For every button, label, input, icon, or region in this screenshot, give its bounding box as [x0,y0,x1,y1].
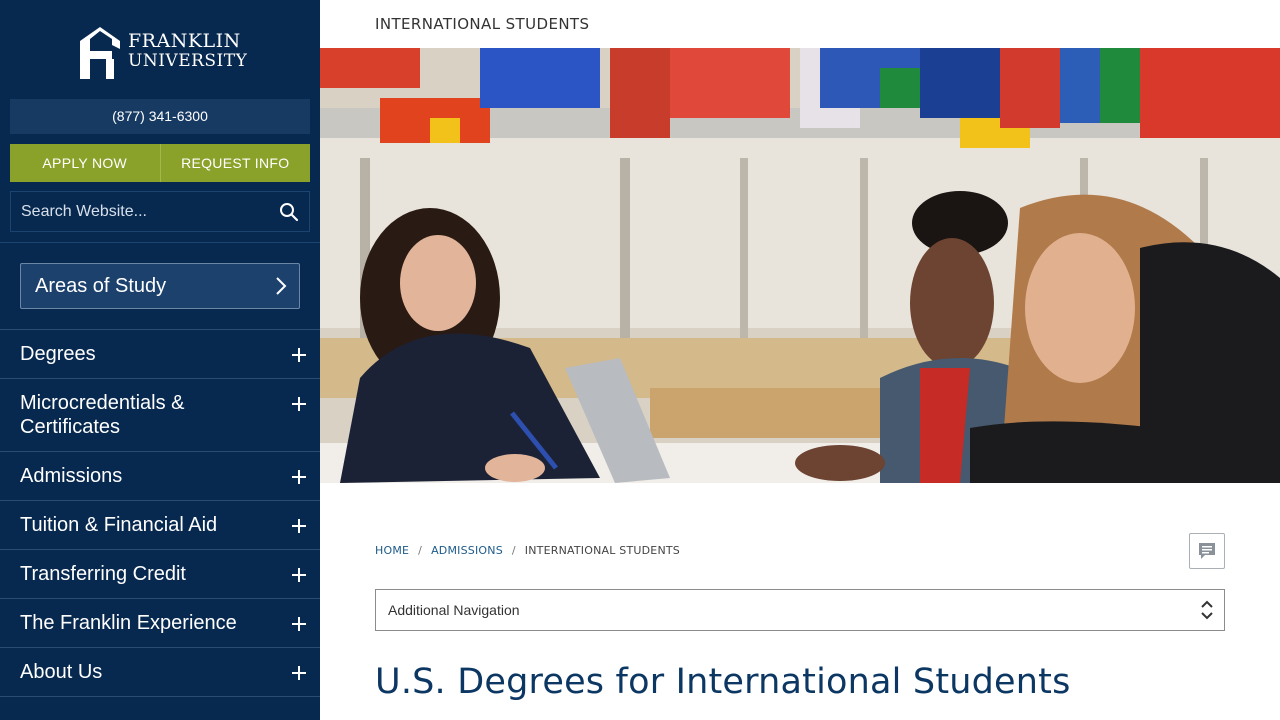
sidebar-item-franklin-experience[interactable]: The Franklin Experience [0,598,320,647]
sidebar-item-label: About Us [20,661,103,683]
brand-name-line2: UNIVERSITY [128,51,248,71]
chat-bubble-icon [1199,543,1215,559]
sidebar-item-label: The Franklin Experience [20,612,237,634]
apply-now-button[interactable]: APPLY NOW [10,144,160,182]
sidebar: FRANKLIN UNIVERSITY (877) 341-6300 APPLY… [0,0,320,720]
chevron-right-icon [276,277,287,295]
breadcrumb-separator: / [511,544,516,557]
students-photo-icon [320,48,1280,483]
breadcrumb-home-link[interactable]: HOME [375,544,409,557]
sidebar-item-label: Degrees [20,343,96,365]
plus-icon[interactable] [292,617,306,631]
plus-icon[interactable] [292,397,306,411]
plus-icon[interactable] [292,666,306,680]
additional-navigation-select[interactable]: Additional Navigation [375,589,1225,631]
areas-of-study-button[interactable]: Areas of Study [20,263,300,309]
franklin-logo[interactable]: FRANKLIN UNIVERSITY [76,22,248,80]
sidebar-item-degrees[interactable]: Degrees [0,329,320,378]
chevron-up-down-icon [1201,600,1213,620]
sidebar-item-label: Microcredentials & Certificates [20,392,185,438]
sidebar-item-label: Transferring Credit [20,563,186,585]
sidebar-item-admissions[interactable]: Admissions [0,451,320,500]
breadcrumb-current: INTERNATIONAL STUDENTS [524,544,680,557]
breadcrumb-admissions-link[interactable]: ADMISSIONS [431,544,503,557]
brand-name-line1: FRANKLIN [128,30,241,52]
search-input[interactable] [11,192,269,231]
page-title: U.S. Degrees for International Students [375,662,1071,702]
main-content: INTERNATIONAL STUDENTS HOME / ADMISSIONS… [320,0,1280,720]
page-kicker: INTERNATIONAL STUDENTS [375,15,590,33]
feedback-button[interactable] [1189,533,1225,569]
sidebar-item-label: Tuition & Financial Aid [20,514,218,536]
sidebar-item-label: Admissions [20,465,123,487]
franklin-f-logo-icon [80,27,120,79]
sidebar-nav: Degrees Microcredentials & Certificates … [0,329,320,697]
sidebar-item-about-us[interactable]: About Us [0,647,320,697]
additional-navigation-label: Additional Navigation [388,602,520,618]
sidebar-item-tuition[interactable]: Tuition & Financial Aid [0,500,320,549]
plus-icon[interactable] [292,568,306,582]
plus-icon[interactable] [292,470,306,484]
hero-image [320,48,1280,483]
phone-number-link[interactable]: (877) 341-6300 [10,99,310,134]
search-box [10,191,310,232]
sidebar-divider [0,242,320,243]
request-info-button[interactable]: REQUEST INFO [159,144,311,182]
plus-icon[interactable] [292,348,306,362]
breadcrumb: HOME / ADMISSIONS / INTERNATIONAL STUDEN… [375,544,680,557]
sidebar-item-transferring-credit[interactable]: Transferring Credit [0,549,320,598]
areas-of-study-label: Areas of Study [35,274,167,297]
sidebar-item-microcredentials[interactable]: Microcredentials & Certificates [0,378,320,451]
cta-buttons: APPLY NOW REQUEST INFO [10,144,310,182]
plus-icon[interactable] [292,519,306,533]
breadcrumb-separator: / [418,544,423,557]
search-icon[interactable] [269,192,309,232]
